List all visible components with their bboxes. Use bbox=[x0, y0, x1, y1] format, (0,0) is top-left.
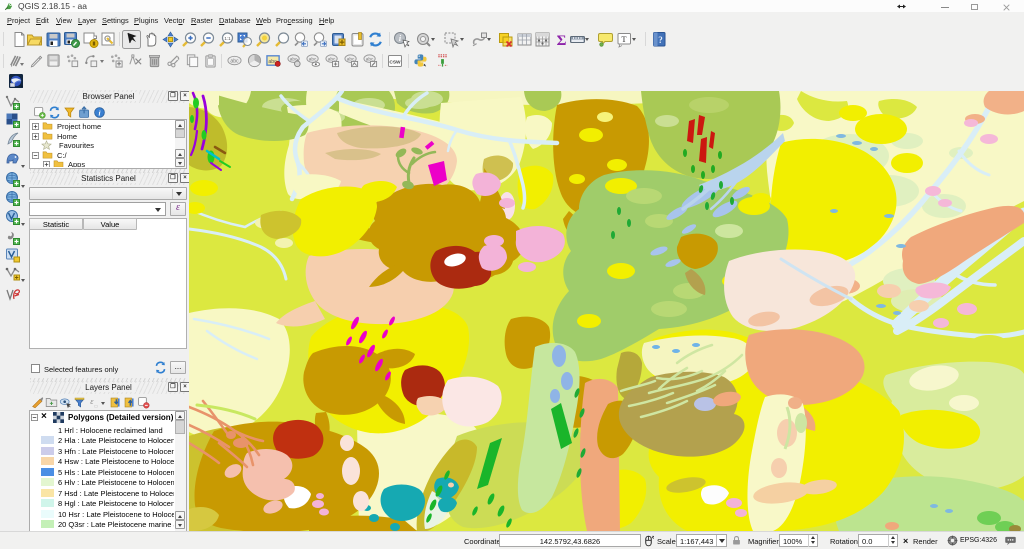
svg-text:□: □ bbox=[95, 403, 98, 408]
svg-text:CSW: CSW bbox=[389, 60, 401, 66]
svg-text:ε: ε bbox=[90, 397, 94, 406]
svg-text:abc: abc bbox=[366, 57, 374, 62]
svg-text:abc: abc bbox=[328, 57, 336, 62]
svg-text:i: i bbox=[98, 108, 100, 117]
svg-text:abc: abc bbox=[309, 57, 317, 62]
svg-text:abc: abc bbox=[230, 58, 239, 64]
svg-text:T: T bbox=[621, 34, 627, 44]
svg-text:Σ: Σ bbox=[557, 33, 567, 48]
svg-text:abc: abc bbox=[347, 57, 355, 62]
svg-text:1:1: 1:1 bbox=[224, 36, 231, 41]
svg-text:?: ? bbox=[658, 35, 663, 45]
